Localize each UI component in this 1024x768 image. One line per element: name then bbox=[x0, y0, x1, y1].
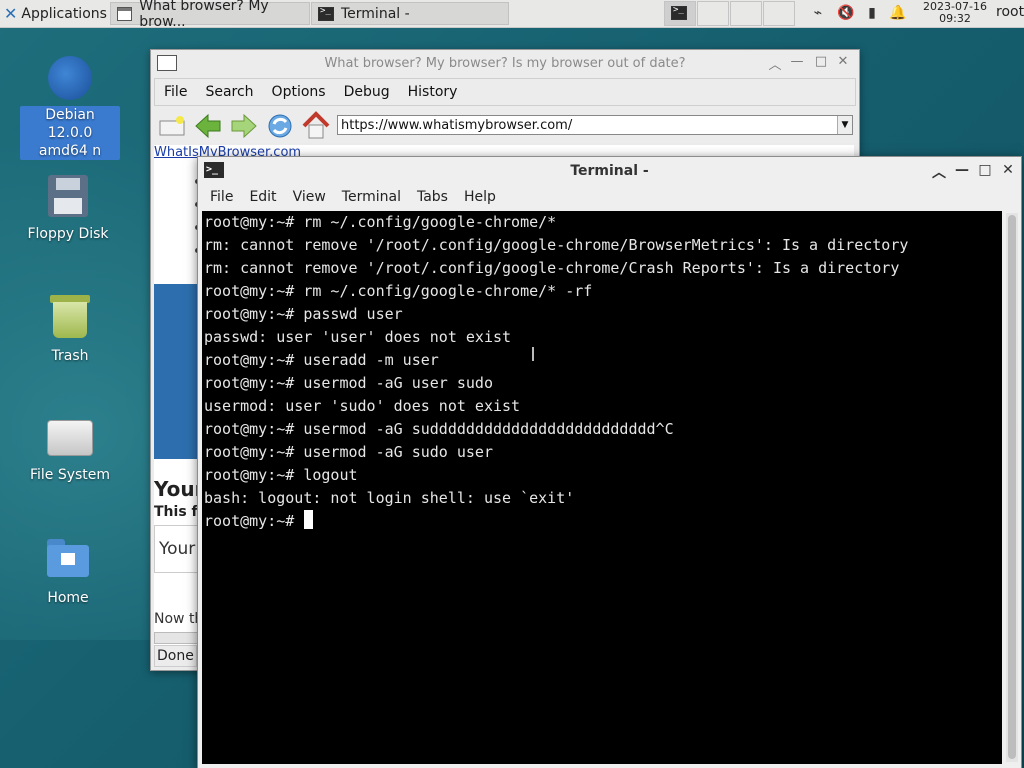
menu-debug[interactable]: Debug bbox=[335, 84, 399, 100]
optical-disc-icon bbox=[48, 56, 92, 100]
terminal-line: passwd: user 'user' does not exist bbox=[204, 328, 512, 346]
notification-bell-icon[interactable]: 🔔 bbox=[888, 3, 908, 23]
terminal-cursor bbox=[304, 510, 314, 529]
workspace-2[interactable] bbox=[697, 1, 729, 26]
menu-terminal[interactable]: Terminal bbox=[334, 189, 409, 205]
workspace-1[interactable] bbox=[664, 1, 696, 26]
chevron-up-icon[interactable]: ︿ bbox=[767, 54, 783, 73]
clock[interactable]: 2023-07-16 09:32 bbox=[917, 1, 993, 25]
battery-icon[interactable]: ▮ bbox=[862, 3, 882, 23]
user-menu[interactable]: root bbox=[996, 4, 1024, 20]
network-icon[interactable]: ⌁ bbox=[808, 3, 828, 23]
terminal-window-icon bbox=[318, 6, 334, 21]
desktop-icon-filesystem[interactable]: File System bbox=[20, 414, 120, 484]
menu-help[interactable]: Help bbox=[456, 189, 504, 205]
close-icon[interactable]: ✕ bbox=[999, 162, 1017, 178]
floppy-disk-icon bbox=[48, 175, 88, 217]
chevron-up-icon[interactable]: ︿ bbox=[930, 162, 948, 182]
address-bar[interactable]: https://www.whatismybrowser.com/ ▼ bbox=[337, 115, 853, 135]
terminal-workspace-icon bbox=[671, 5, 687, 20]
close-icon[interactable]: ✕ bbox=[835, 54, 851, 69]
terminal-line: rm: cannot remove '/root/.config/google-… bbox=[204, 236, 909, 254]
reload-icon[interactable] bbox=[265, 111, 295, 141]
desktop-icon-label: Home bbox=[47, 590, 89, 606]
taskbar-item-browser[interactable]: What browser? My brow... bbox=[110, 0, 310, 30]
menu-options[interactable]: Options bbox=[263, 84, 335, 100]
mouse-ibeam-cursor bbox=[532, 347, 534, 361]
browser-titlebar[interactable]: What browser? My browser? Is my browser … bbox=[151, 50, 859, 76]
terminal-titlebar[interactable]: >_ Terminal - ︿ — □ ✕ bbox=[198, 157, 1021, 184]
desktop-icon-trash[interactable]: Trash bbox=[20, 295, 120, 365]
browser-app-icon bbox=[157, 55, 177, 71]
taskbar-item-browser-label: What browser? My brow... bbox=[139, 0, 269, 30]
menu-search[interactable]: Search bbox=[196, 84, 262, 100]
applications-label: Applications bbox=[21, 5, 107, 22]
forward-arrow-icon[interactable] bbox=[229, 111, 259, 141]
taskbar-item-terminal[interactable]: Terminal - bbox=[311, 2, 509, 25]
new-page-icon[interactable] bbox=[157, 111, 187, 141]
terminal-line: rm: cannot remove '/root/.config/google-… bbox=[204, 259, 900, 277]
terminal-line: root@my:~# usermod -aG suddddddddddddddd… bbox=[204, 420, 674, 438]
applications-menu-button[interactable]: ✕ Applications bbox=[0, 0, 108, 27]
minimize-icon[interactable]: — bbox=[953, 162, 971, 178]
terminal-line: root@my:~# usermod -aG sudo user bbox=[204, 443, 493, 461]
terminal-title: Terminal - bbox=[570, 162, 649, 179]
terminal-scrollbar[interactable] bbox=[1006, 213, 1018, 762]
terminal-menubar: File Edit View Terminal Tabs Help bbox=[198, 184, 1021, 210]
desktop-icon-label: Trash bbox=[51, 348, 89, 364]
terminal-screen[interactable]: root@my:~# rm ~/.config/google-chrome/* … bbox=[202, 211, 1002, 764]
browser-toolbar: https://www.whatismybrowser.com/ ▼ bbox=[151, 108, 857, 144]
browser-title: What browser? My browser? Is my browser … bbox=[324, 55, 686, 71]
minimize-icon[interactable]: — bbox=[789, 54, 805, 69]
back-arrow-icon[interactable] bbox=[193, 111, 223, 141]
volume-muted-icon[interactable]: 🔇 bbox=[836, 3, 856, 23]
trash-icon bbox=[50, 295, 90, 339]
browser-window-icon bbox=[117, 6, 133, 21]
desktop-icon-home[interactable]: Home bbox=[18, 537, 118, 607]
clock-time: 09:32 bbox=[939, 12, 971, 25]
menu-tabs[interactable]: Tabs bbox=[409, 189, 456, 205]
terminal-line: root@my:~# passwd user bbox=[204, 305, 403, 323]
terminal-line: root@my:~# rm ~/.config/google-chrome/* bbox=[204, 213, 557, 231]
terminal-line: root@my:~# rm ~/.config/google-chrome/* … bbox=[204, 282, 593, 300]
menu-file[interactable]: File bbox=[155, 84, 196, 100]
hard-drive-icon bbox=[47, 420, 93, 456]
workspace-4[interactable] bbox=[763, 1, 795, 26]
top-panel: ✕ Applications What browser? My brow... … bbox=[0, 0, 1024, 30]
xfce-logo-icon: ✕ bbox=[4, 4, 18, 23]
desktop-icon-label: File System bbox=[29, 467, 111, 483]
status-bar: Done bbox=[154, 645, 197, 667]
terminal-line: usermod: user 'sudo' does not exist bbox=[204, 397, 521, 415]
menu-file[interactable]: File bbox=[202, 189, 241, 205]
terminal-app-icon: >_ bbox=[204, 162, 224, 178]
taskbar-item-terminal-label: Terminal - bbox=[341, 5, 410, 22]
menu-edit[interactable]: Edit bbox=[241, 189, 284, 205]
maximize-icon[interactable]: □ bbox=[976, 162, 994, 178]
desktop-icon-label: Debian 12.0.0 amd64 n bbox=[20, 106, 120, 160]
terminal-line: root@my:~# useradd -m user bbox=[204, 351, 439, 369]
browser-menubar: File Search Options Debug History bbox=[154, 78, 856, 106]
maximize-icon[interactable]: □ bbox=[813, 54, 829, 69]
scrollbar-thumb[interactable] bbox=[1008, 215, 1016, 759]
terminal-line: root@my:~# logout bbox=[204, 466, 358, 484]
terminal-window: >_ Terminal - ︿ — □ ✕ File Edit View Ter… bbox=[197, 156, 1022, 768]
desktop-icon-debian-disc[interactable]: Debian 12.0.0 amd64 n bbox=[20, 56, 120, 160]
desktop-icon-floppy[interactable]: Floppy Disk bbox=[18, 175, 118, 243]
chevron-down-icon[interactable]: ▼ bbox=[837, 116, 852, 134]
workspace-3[interactable] bbox=[730, 1, 762, 26]
terminal-line: bash: logout: not login shell: use `exit… bbox=[204, 489, 575, 507]
terminal-prompt-line: root@my:~# bbox=[204, 510, 314, 533]
page-text: Now th bbox=[154, 611, 204, 627]
desktop-icon-label: Floppy Disk bbox=[27, 226, 109, 242]
address-bar-url: https://www.whatismybrowser.com/ bbox=[341, 118, 573, 133]
menu-history[interactable]: History bbox=[399, 84, 467, 100]
terminal-line: root@my:~# usermod -aG user sudo bbox=[204, 374, 493, 392]
home-icon[interactable] bbox=[301, 111, 331, 141]
menu-view[interactable]: View bbox=[285, 189, 334, 205]
terminal-prompt: root@my:~# bbox=[204, 512, 304, 530]
home-folder-icon bbox=[47, 539, 89, 579]
